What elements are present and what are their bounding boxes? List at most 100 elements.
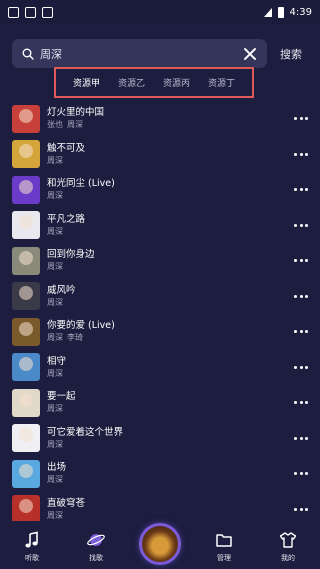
bottom-nav: 听歌 找歌 管理 我的 — [0, 521, 320, 569]
song-artist: 周深 — [47, 403, 286, 415]
search-bar: 搜索 — [12, 39, 312, 68]
artist-name: 周深 — [47, 226, 63, 236]
album-cover — [12, 388, 40, 417]
album-cover — [12, 140, 40, 169]
nav-label: 管理 — [217, 554, 231, 562]
more-options-icon[interactable] — [294, 365, 308, 369]
song-text: 和光同尘 (Live) 周深 — [47, 177, 286, 202]
song-title: 相守 — [47, 355, 67, 367]
song-text: 回到你身边 周深 — [47, 248, 286, 273]
more-options-icon[interactable] — [294, 436, 308, 440]
song-artist: 周深 李琦 — [47, 332, 286, 344]
song-text: 出场 周深 — [47, 461, 286, 486]
clear-icon[interactable] — [243, 47, 257, 61]
song-row[interactable]: 直破穹苍 周深 — [0, 492, 320, 521]
artist-name: 周深 — [47, 475, 63, 485]
signal-icon — [263, 7, 272, 17]
song-text: 平凡之路 周深 — [47, 213, 286, 238]
song-artist: 周深 — [47, 439, 286, 451]
song-title: 要一起 — [47, 391, 76, 403]
nav-mine[interactable]: 我的 — [264, 531, 312, 563]
song-list: 灯火里的中国 张也 周深 触不可及 周深 和光同尘 (Live) 周深 平凡之路 周深 回到你身边… — [0, 101, 320, 521]
artist-name: 周深 — [47, 333, 63, 343]
shirt-icon — [279, 532, 297, 548]
song-row[interactable]: 你要的爱 (Live) 周深 李琦 — [0, 314, 320, 350]
song-text: 要一起 周深 — [47, 390, 286, 415]
nav-label: 听歌 — [25, 554, 39, 562]
song-title: 可它爱着这个世界 — [47, 426, 124, 438]
tab-source-2[interactable]: 资源乙 — [118, 76, 145, 89]
song-row[interactable]: 回到你身边 周深 — [0, 243, 320, 279]
more-options-icon[interactable] — [294, 507, 308, 511]
nav-manage[interactable]: 管理 — [200, 531, 248, 563]
song-artist: 周深 — [47, 155, 286, 167]
artist-name: 周深 — [47, 439, 63, 449]
song-artist: 周深 — [47, 510, 286, 521]
tab-source-1[interactable]: 资源甲 — [73, 76, 100, 89]
song-text: 可它爱着这个世界 周深 — [47, 426, 286, 451]
nav-listen[interactable]: 听歌 — [8, 531, 56, 563]
nav-find[interactable]: 找歌 — [72, 531, 120, 563]
album-cover — [12, 317, 40, 346]
song-artist: 周深 — [47, 190, 286, 202]
planet-icon — [87, 534, 105, 546]
more-options-icon[interactable] — [294, 330, 308, 334]
search-box[interactable] — [12, 39, 267, 68]
song-row[interactable]: 灯火里的中国 张也 周深 — [0, 101, 320, 137]
now-playing-disc[interactable] — [139, 523, 181, 565]
nav-label: 找歌 — [89, 554, 103, 562]
search-input[interactable] — [40, 47, 243, 60]
song-title: 直破穹苍 — [47, 497, 86, 509]
battery-icon — [277, 6, 284, 18]
song-text: 你要的爱 (Live) 周深 李琦 — [47, 319, 286, 344]
song-row[interactable]: 可它爱着这个世界 周深 — [0, 421, 320, 457]
song-title: 出场 — [47, 462, 67, 474]
artist-name: 周深 — [67, 120, 83, 130]
song-row[interactable]: 出场 周深 — [0, 456, 320, 492]
album-cover — [12, 353, 40, 382]
song-title: 平凡之路 — [47, 213, 86, 225]
artist-name: 周深 — [47, 510, 63, 520]
song-text: 威风吟 周深 — [47, 284, 286, 309]
more-options-icon[interactable] — [294, 188, 308, 192]
song-text: 相守 周深 — [47, 355, 286, 380]
album-cover — [12, 175, 40, 204]
nav-label: 我的 — [281, 554, 295, 562]
song-row[interactable]: 相守 周深 — [0, 350, 320, 386]
song-row[interactable]: 触不可及 周深 — [0, 137, 320, 173]
album-cover — [12, 104, 40, 133]
more-options-icon[interactable] — [294, 152, 308, 156]
artist-name: 周深 — [47, 297, 63, 307]
folder-icon — [216, 534, 232, 547]
song-artist: 周深 — [47, 226, 286, 238]
song-artist: 周深 — [47, 261, 286, 273]
song-artist: 周深 — [47, 368, 286, 380]
song-title: 和光同尘 (Live) — [47, 178, 115, 190]
song-row[interactable]: 威风吟 周深 — [0, 279, 320, 315]
artist-name: 李琦 — [67, 333, 83, 343]
album-cover — [12, 459, 40, 488]
artist-name: 周深 — [47, 368, 63, 378]
more-options-icon[interactable] — [294, 401, 308, 405]
tab-source-3[interactable]: 资源丙 — [163, 76, 190, 89]
more-options-icon[interactable] — [294, 472, 308, 476]
music-note-icon — [25, 531, 38, 548]
search-button[interactable]: 搜索 — [280, 46, 302, 62]
song-row[interactable]: 和光同尘 (Live) 周深 — [0, 172, 320, 208]
more-options-icon[interactable] — [294, 259, 308, 263]
song-row[interactable]: 平凡之路 周深 — [0, 208, 320, 244]
tab-source-4[interactable]: 资源丁 — [208, 76, 235, 89]
artist-name: 周深 — [47, 262, 63, 272]
more-options-icon[interactable] — [294, 294, 308, 298]
status-bar: 4:39 — [0, 0, 320, 24]
song-row[interactable]: 要一起 周深 — [0, 385, 320, 421]
notification-icon — [25, 6, 36, 18]
song-title: 灯火里的中国 — [47, 107, 105, 119]
more-options-icon[interactable] — [294, 223, 308, 227]
song-artist: 周深 — [47, 474, 286, 486]
song-title: 你要的爱 (Live) — [47, 320, 115, 332]
album-cover — [12, 282, 40, 311]
now-playing-button[interactable] — [136, 523, 184, 565]
more-options-icon[interactable] — [294, 117, 308, 121]
artist-name: 周深 — [47, 191, 63, 201]
